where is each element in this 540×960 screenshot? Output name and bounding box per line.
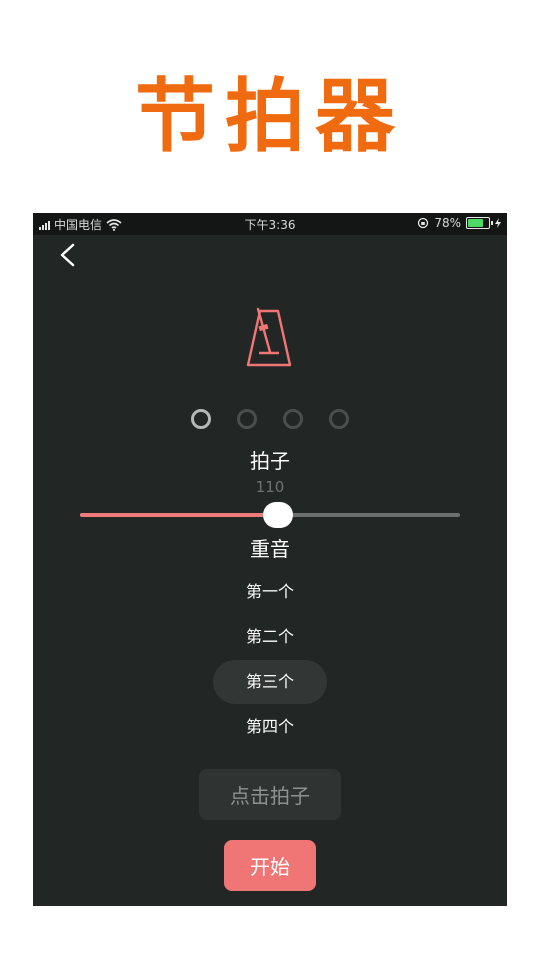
beat-dot xyxy=(329,409,349,429)
chevron-left-icon xyxy=(60,243,75,267)
battery-percent: 78% xyxy=(434,216,461,230)
accent-option-second[interactable]: 第二个 xyxy=(213,615,327,659)
start-button[interactable]: 开始 xyxy=(224,840,316,891)
tempo-slider[interactable] xyxy=(80,502,460,528)
accent-option-fourth[interactable]: 第四个 xyxy=(213,705,327,749)
status-bar: 中国电信 下午3:36 78% xyxy=(33,213,507,235)
slider-thumb[interactable] xyxy=(262,502,293,528)
battery-icon xyxy=(466,217,493,229)
charging-icon xyxy=(495,218,501,228)
beat-title: 拍子 xyxy=(250,449,290,473)
accent-option-first[interactable]: 第一个 xyxy=(213,570,327,614)
accent-title: 重音 xyxy=(250,537,290,561)
phone-screen: 中国电信 下午3:36 78% 拍子 110 重音 第一个 第二个 第三个 第四… xyxy=(33,213,507,906)
orientation-lock-icon xyxy=(418,217,429,229)
beat-indicator xyxy=(33,409,507,429)
beat-dot xyxy=(283,409,303,429)
status-right: 78% xyxy=(417,216,501,230)
tap-beat-button[interactable]: 点击拍子 xyxy=(199,769,341,820)
metronome-icon xyxy=(246,307,292,367)
beat-dot xyxy=(237,409,257,429)
back-button[interactable] xyxy=(47,235,87,275)
accent-option-third[interactable]: 第三个 xyxy=(213,660,327,704)
bpm-value: 110 xyxy=(255,478,285,496)
banner-title: 节拍器 xyxy=(135,70,405,163)
slider-track-fill xyxy=(80,513,278,517)
beat-dot xyxy=(191,409,211,429)
